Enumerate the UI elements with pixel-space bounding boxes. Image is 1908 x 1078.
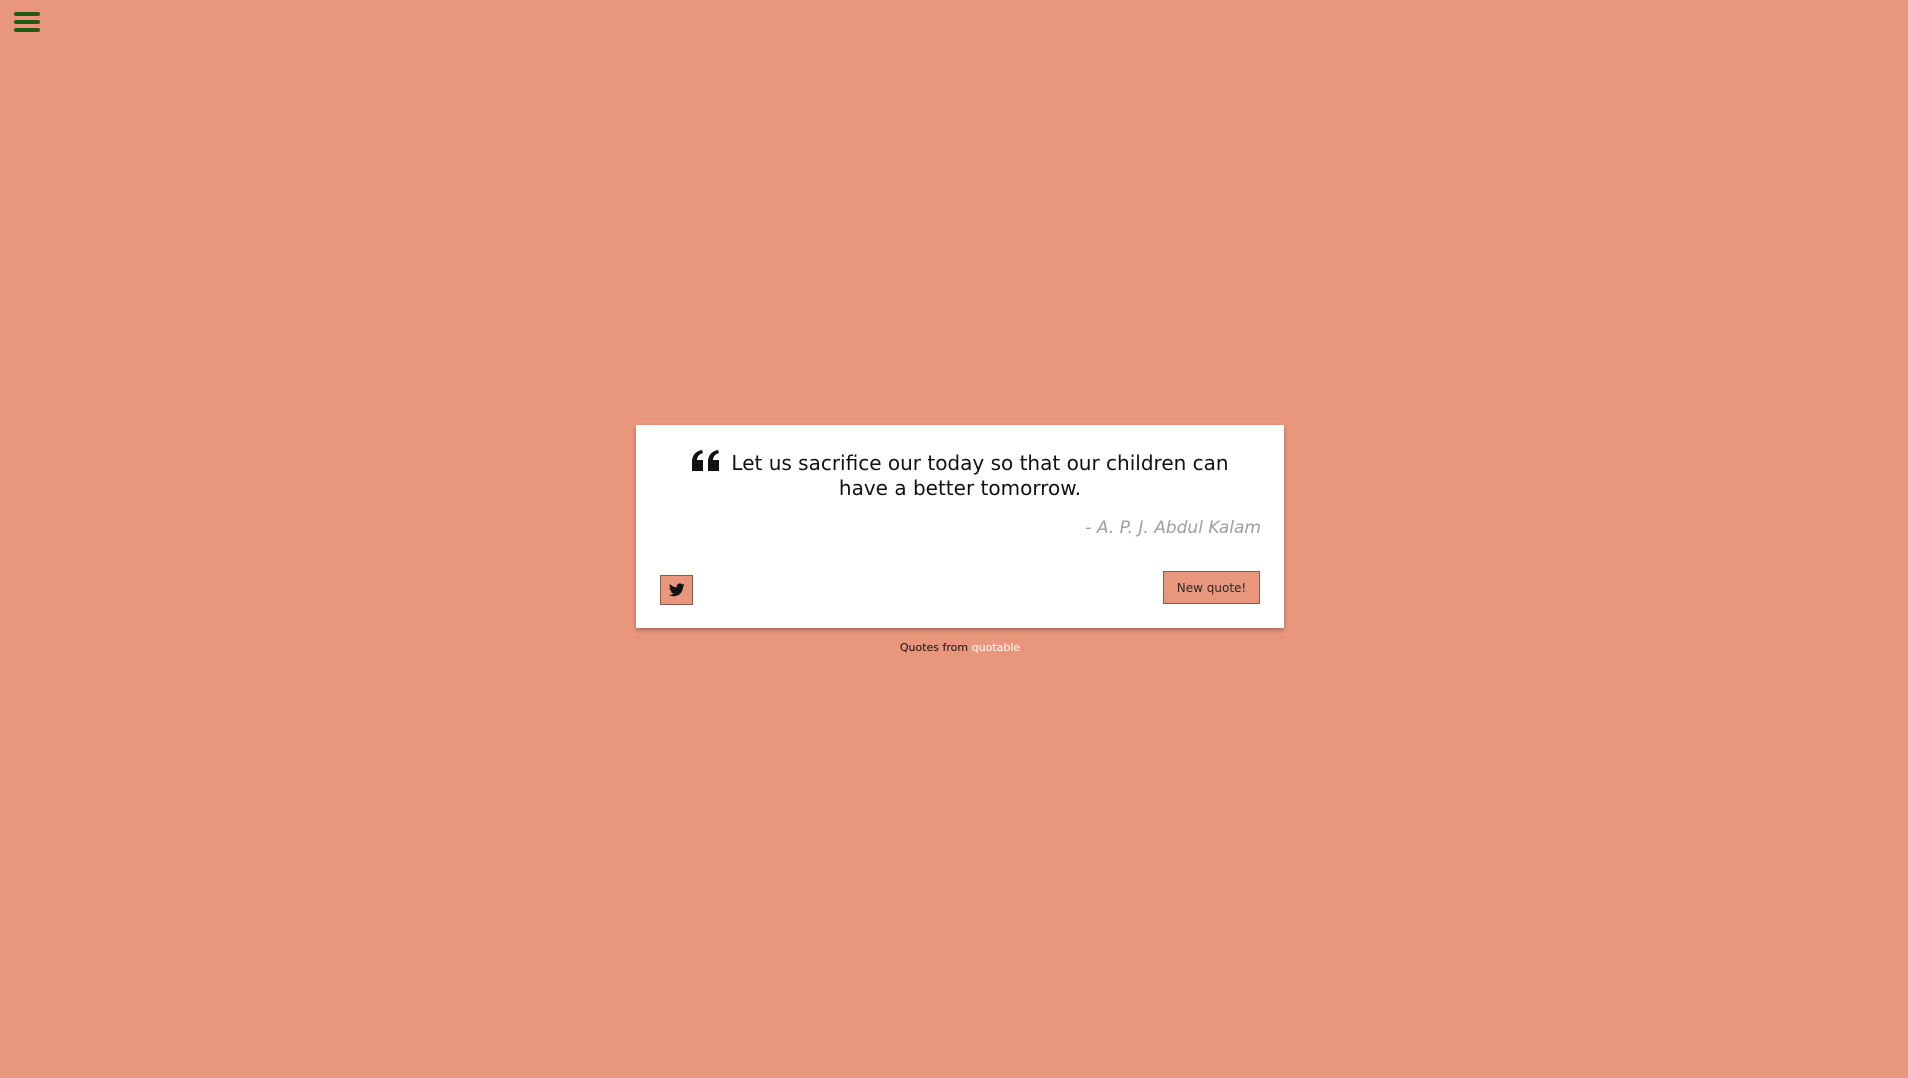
quote-source-credit: Quotes from quotable — [0, 641, 1908, 654]
menu-bar — [14, 12, 40, 16]
quote-author: - A. P. J. Abdul Kalam — [1085, 518, 1261, 538]
quote-card: Let us sacrifice our today so that our c… — [636, 425, 1284, 628]
tweet-button[interactable] — [660, 575, 693, 605]
menu-bar — [14, 28, 40, 32]
credit-prefix: Quotes from — [899, 641, 969, 654]
twitter-bird-icon — [668, 583, 685, 597]
quotable-link[interactable]: quotable — [972, 641, 1021, 654]
quote-left-icon — [692, 450, 720, 471]
menu-button[interactable] — [12, 9, 42, 35]
menu-bar — [14, 20, 40, 24]
new-quote-button[interactable]: New quote! — [1163, 571, 1260, 604]
quote-line: Let us sacrifice our today so that our c… — [676, 450, 1244, 501]
quote-text: Let us sacrifice our today so that our c… — [731, 451, 1229, 500]
